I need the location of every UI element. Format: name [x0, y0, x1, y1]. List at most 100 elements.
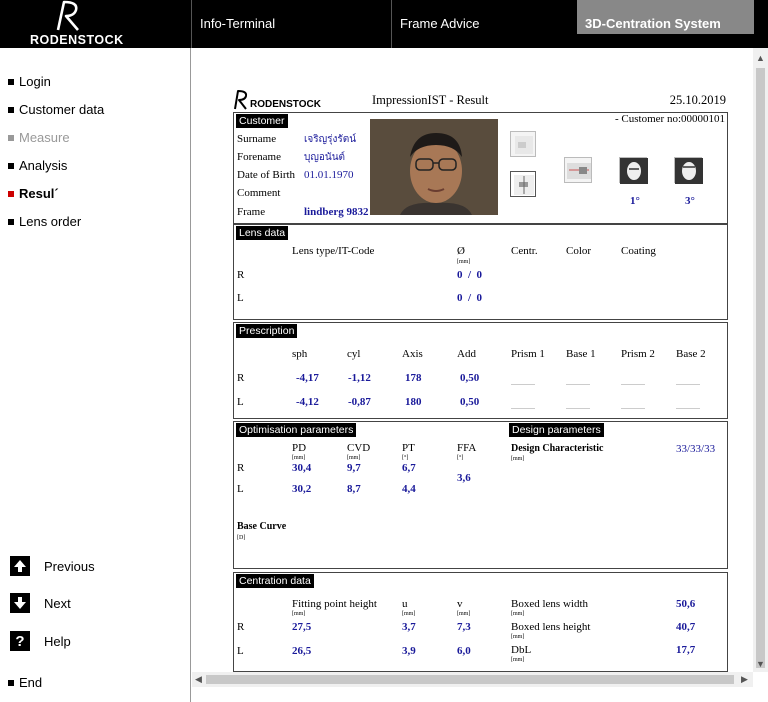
- ffa-header: FFA: [457, 442, 477, 454]
- l-sph: -4,12: [296, 396, 319, 408]
- lens-type-header: Lens type/IT-Code: [292, 245, 375, 257]
- empty-cell: [621, 384, 645, 385]
- dbl-unit: [mm]: [511, 657, 525, 663]
- dbl-label: DbL: [511, 644, 532, 656]
- pt-unit: [°]: [402, 455, 409, 461]
- v-unit: [mm]: [457, 611, 471, 617]
- result-document-viewer[interactable]: RODENSTOCK ImpressionIST - Result 25.10.…: [192, 48, 768, 672]
- row-label-l: L: [237, 645, 244, 657]
- r-v: 7,3: [457, 621, 471, 633]
- boxed-lens-width-value: 50,6: [676, 598, 696, 610]
- axis-header: Axis: [402, 348, 423, 360]
- centr-header: Centr.: [511, 245, 538, 257]
- sidebar-item-end[interactable]: End: [8, 675, 42, 690]
- centration-section: Centration data Fitting point height [mm…: [233, 572, 728, 672]
- scroll-up-icon[interactable]: ▲: [756, 53, 765, 63]
- section-label: Centration data: [236, 574, 314, 588]
- v-header: v: [457, 598, 463, 610]
- next-label: Next: [44, 595, 71, 611]
- pt-header: PT: [402, 442, 415, 454]
- vertical-scrollbar[interactable]: ▲ ▼: [753, 48, 768, 672]
- tab-info-terminal[interactable]: Info-Terminal: [191, 0, 391, 48]
- customer-section: Customer - Customer no:00000101 Surname …: [233, 112, 728, 224]
- l-fitting-point-height: 26,5: [292, 645, 312, 657]
- tab-frame-advice[interactable]: Frame Advice: [391, 0, 576, 48]
- r-pt: 6,7: [402, 462, 416, 474]
- sidebar-item-lens-order[interactable]: Lens order: [8, 214, 81, 229]
- row-label-r: R: [237, 269, 245, 281]
- base2-header: Base 2: [676, 348, 706, 360]
- r-axis: 178: [405, 372, 422, 384]
- empty-cell: [676, 408, 700, 409]
- r-u: 3,7: [402, 621, 416, 633]
- previous-button[interactable]: Previous: [10, 556, 95, 576]
- r-sph: -4,17: [296, 372, 319, 384]
- previous-label: Previous: [44, 558, 95, 574]
- rodenstock-r-icon: [56, 0, 79, 31]
- sidebar-item-label: End: [19, 675, 43, 690]
- row-label-l: L: [237, 483, 244, 495]
- horizontal-scrollbar[interactable]: ◀ ▶: [192, 672, 753, 687]
- r-cyl: -1,12: [348, 372, 371, 384]
- rodenstock-logo: RODENSTOCK: [0, 0, 191, 48]
- frame-fit-icon[interactable]: [564, 157, 592, 183]
- bullet-icon: [8, 162, 14, 169]
- boxed-width-unit: [mm]: [511, 611, 525, 617]
- sidebar-item-label: Login: [19, 74, 51, 89]
- cyl-header: cyl: [347, 348, 361, 360]
- sidebar-item-label: Resul´: [19, 186, 59, 201]
- boxed-lens-height-value: 40,7: [676, 621, 696, 633]
- sidebar-item-result[interactable]: Resul´: [8, 186, 59, 201]
- diameter-header: Ø: [457, 245, 465, 257]
- document-logo: RODENSTOCK: [233, 90, 321, 110]
- sidebar-item-login[interactable]: Login: [8, 74, 51, 89]
- head-tilt-icon-2[interactable]: [674, 157, 703, 184]
- sidebar-item-customer-data[interactable]: Customer data: [8, 102, 104, 117]
- question-mark-icon: ?: [10, 631, 30, 651]
- prism1-header: Prism 1: [511, 348, 545, 360]
- scroll-left-icon[interactable]: ◀: [195, 674, 202, 685]
- side-view-icon[interactable]: [510, 171, 536, 197]
- horizontal-scroll-thumb[interactable]: [206, 675, 734, 684]
- vertical-scroll-thumb[interactable]: [756, 68, 765, 668]
- help-button[interactable]: ? Help: [10, 631, 71, 651]
- bullet-icon: [8, 134, 14, 141]
- help-label: Help: [44, 633, 71, 649]
- next-button[interactable]: Next: [10, 593, 71, 613]
- design-characteristic-label: Design Characteristic: [511, 443, 604, 454]
- tilt-angle-1: 1°: [630, 195, 640, 207]
- section-label: Prescription: [236, 324, 298, 338]
- add-header: Add: [457, 348, 476, 360]
- l-v: 6,0: [457, 645, 471, 657]
- scroll-down-icon[interactable]: ▼: [756, 659, 765, 669]
- l-axis: 180: [405, 396, 422, 408]
- row-label-l: L: [237, 292, 244, 304]
- comment-label: Comment: [237, 187, 281, 199]
- bullet-icon: [8, 78, 14, 85]
- base-curve-unit: [D]: [237, 535, 246, 541]
- tab-3d-centration-system[interactable]: 3D-Centration System: [577, 0, 754, 34]
- ffa-value: 3,6: [457, 472, 471, 484]
- optimisation-section: Optimisation parameters Design parameter…: [233, 421, 728, 569]
- dbl-value: 17,7: [676, 644, 696, 656]
- coating-header: Coating: [621, 245, 656, 257]
- sidebar-item-measure: Measure: [8, 130, 70, 145]
- sidebar-item-analysis[interactable]: Analysis: [8, 158, 67, 173]
- row-label-r: R: [237, 372, 245, 384]
- dob-label: Date of Birth: [237, 169, 296, 181]
- arrow-down-icon: [10, 593, 30, 613]
- empty-cell: [676, 384, 700, 385]
- l-cvd: 8,7: [347, 483, 361, 495]
- front-view-icon[interactable]: [510, 131, 536, 157]
- brand-name: RODENSTOCK: [30, 33, 124, 47]
- row-label-l: L: [237, 396, 244, 408]
- base1-header: Base 1: [566, 348, 596, 360]
- document-brand: RODENSTOCK: [250, 99, 321, 110]
- frame-value: lindberg 9832: [304, 206, 369, 218]
- lens-data-section: Lens data Lens type/IT-Code Ø [mm] Centr…: [233, 224, 728, 320]
- empty-cell: [621, 408, 645, 409]
- sidebar-item-label: Customer data: [19, 102, 105, 117]
- head-tilt-icon-1[interactable]: [619, 157, 648, 184]
- document-header: RODENSTOCK ImpressionIST - Result 25.10.…: [233, 90, 728, 112]
- scroll-right-icon[interactable]: ▶: [741, 674, 748, 685]
